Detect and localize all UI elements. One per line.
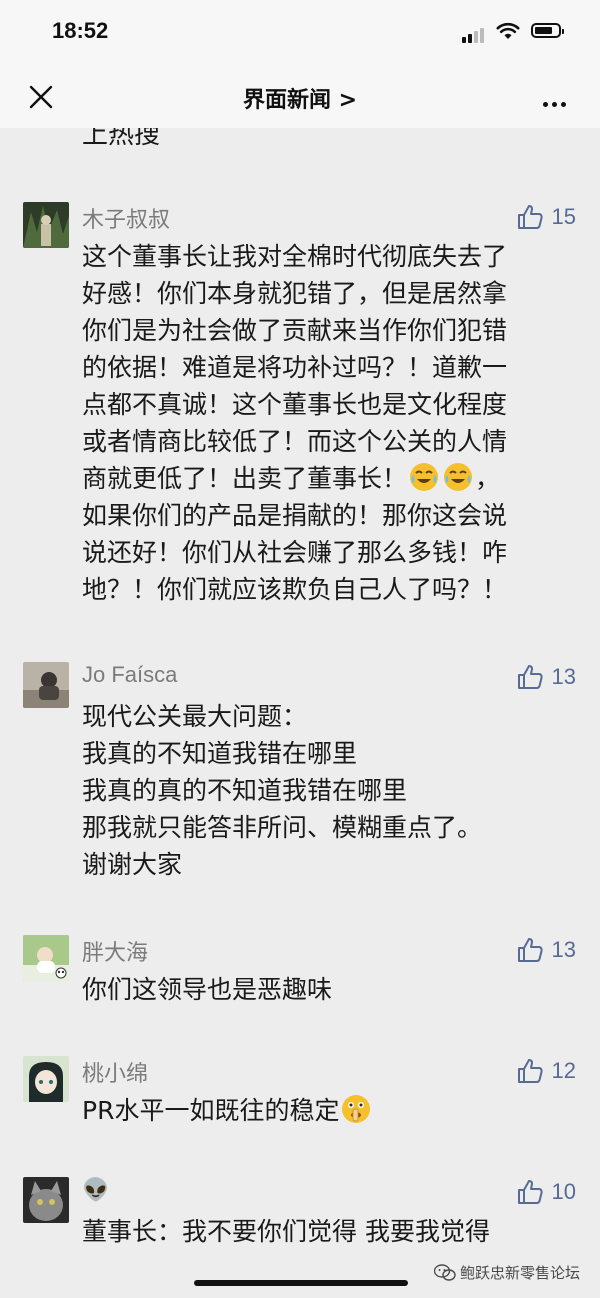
comment-username[interactable]: 👽 — [82, 1177, 109, 1203]
thumbs-up-icon — [517, 205, 543, 229]
comment-text: PR水平一如既往的稳定 — [82, 1092, 582, 1129]
battery-level — [535, 27, 552, 34]
crying-laughing-emoji — [444, 463, 473, 491]
status-bar: 18:52 — [0, 0, 600, 66]
like-count: 13 — [551, 937, 576, 962]
comment-text: 你们这领导也是恶趣味 — [82, 975, 333, 1004]
like-count: 10 — [551, 1179, 576, 1204]
avatar[interactable] — [23, 1177, 69, 1223]
comment-text: 董事长：我不要你们觉得 我要我觉得 — [82, 1217, 490, 1246]
avatar[interactable] — [23, 662, 69, 708]
comment-text: 现代公关最大问题： 我真的不知道我错在哪里 我真的真的不知道我错在哪里 那我就只… — [82, 702, 483, 879]
like-button[interactable]: 12 — [516, 1056, 576, 1086]
nav-title[interactable]: 界面新闻 > — [0, 82, 600, 114]
like-count: 12 — [551, 1058, 576, 1083]
wifi-icon — [496, 22, 520, 39]
thumbs-up-icon — [517, 1180, 543, 1204]
avatar[interactable] — [23, 935, 69, 981]
like-button[interactable]: 10 — [516, 1177, 576, 1207]
avatar[interactable] — [23, 202, 69, 248]
comment-text-part: 这个董事长让我对全棉时代彻底失去了 好感！你们本身就犯错了，但是居然拿 你们是为… — [82, 242, 508, 493]
like-button[interactable]: 15 — [516, 202, 576, 232]
avatar[interactable] — [23, 1056, 69, 1102]
thumbs-up-icon — [517, 1059, 543, 1083]
status-time: 18:52 — [52, 18, 109, 43]
watermark: 鲍跃忠新零售论坛 — [433, 1262, 580, 1283]
comment-username[interactable]: Jo Faísca — [82, 662, 177, 688]
truncated-previous-comment-text: 上热搜 — [82, 128, 161, 150]
crying-laughing-emoji — [410, 463, 439, 491]
comment-username[interactable]: 桃小绵 — [82, 1056, 148, 1088]
home-indicator[interactable] — [194, 1280, 408, 1286]
cellular-signal-icon — [462, 24, 486, 43]
wechat-icon — [433, 1263, 456, 1281]
comment-text-part: PR水平一如既往的稳定 — [82, 1096, 340, 1125]
more-options-icon[interactable] — [543, 92, 570, 111]
like-count: 13 — [551, 664, 576, 689]
watermark-text: 鲍跃忠新零售论坛 — [459, 1264, 580, 1282]
like-count: 15 — [551, 204, 576, 229]
thumbs-up-icon — [517, 665, 543, 689]
comment-list[interactable]: 上热搜 木子叔叔 15 这个董事长让我对全棉时代彻底失去了 好感！你们本身就犯错… — [0, 128, 600, 1298]
like-button[interactable]: 13 — [516, 662, 576, 692]
comment-username[interactable]: 木子叔叔 — [82, 202, 170, 234]
comment-username[interactable]: 胖大海 — [82, 935, 148, 967]
comment-text: 这个董事长让我对全棉时代彻底失去了 好感！你们本身就犯错了，但是居然拿 你们是为… — [82, 238, 582, 608]
battery-icon — [531, 23, 564, 38]
thumbs-up-icon — [517, 938, 543, 962]
shushing-face-emoji — [342, 1095, 371, 1123]
top-navigation-bar: 界面新闻 > — [0, 66, 600, 128]
like-button[interactable]: 13 — [516, 935, 576, 965]
